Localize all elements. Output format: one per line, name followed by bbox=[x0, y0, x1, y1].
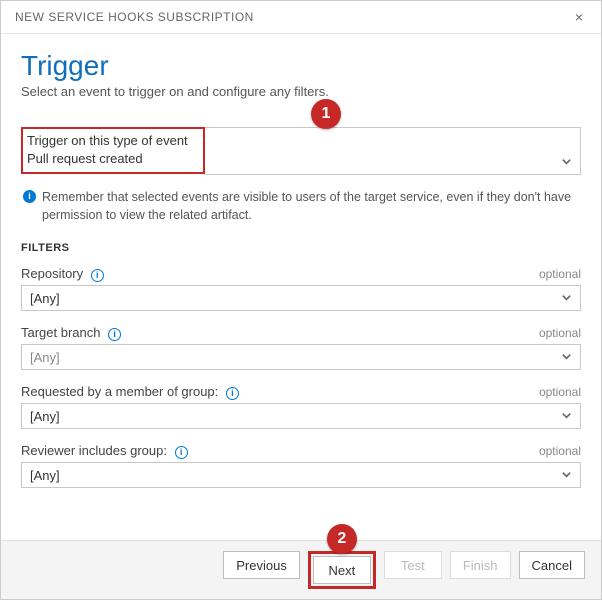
event-type-field: 1 Trigger on this type of event Pull req… bbox=[21, 127, 581, 175]
event-type-value: Pull request created bbox=[27, 151, 143, 166]
repository-label: Repository bbox=[21, 266, 83, 281]
filters-heading: FILTERS bbox=[21, 242, 581, 254]
optional-tag: optional bbox=[539, 326, 581, 340]
callout-badge-2: 2 bbox=[327, 524, 357, 554]
optional-tag: optional bbox=[539, 385, 581, 399]
repository-select[interactable]: [Any] bbox=[21, 285, 581, 311]
target-branch-label: Target branch bbox=[21, 325, 101, 340]
close-icon[interactable]: × bbox=[569, 7, 589, 27]
next-button[interactable]: Next bbox=[313, 556, 371, 584]
dialog-title: NEW SERVICE HOOKS SUBSCRIPTION bbox=[15, 10, 254, 24]
cancel-button[interactable]: Cancel bbox=[519, 551, 585, 579]
reviewer-select[interactable]: [Any] bbox=[21, 462, 581, 488]
info-icon[interactable]: i bbox=[108, 328, 121, 341]
reviewer-field: Reviewer includes group: i optional [Any… bbox=[21, 443, 581, 488]
target-branch-select[interactable]: [Any] bbox=[21, 344, 581, 370]
reviewer-label: Reviewer includes group: bbox=[21, 443, 167, 458]
finish-button: Finish bbox=[450, 551, 511, 579]
target-branch-field: Target branch i optional [Any] bbox=[21, 325, 581, 370]
info-icon[interactable]: i bbox=[91, 269, 104, 282]
info-icon[interactable]: i bbox=[175, 446, 188, 459]
dialog-content: Trigger Select an event to trigger on an… bbox=[1, 34, 601, 522]
requested-by-value: [Any] bbox=[30, 409, 60, 424]
info-note: i Remember that selected events are visi… bbox=[23, 189, 581, 224]
event-type-select[interactable] bbox=[205, 127, 581, 175]
optional-tag: optional bbox=[539, 267, 581, 281]
chevron-down-icon bbox=[561, 155, 572, 170]
page-subtitle: Select an event to trigger on and config… bbox=[21, 84, 581, 99]
chevron-down-icon bbox=[561, 468, 572, 483]
chevron-down-icon bbox=[561, 409, 572, 424]
reviewer-value: [Any] bbox=[30, 468, 60, 483]
dialog-header: NEW SERVICE HOOKS SUBSCRIPTION × bbox=[1, 1, 601, 34]
requested-by-select[interactable]: [Any] bbox=[21, 403, 581, 429]
page-title: Trigger bbox=[21, 50, 581, 82]
info-note-text: Remember that selected events are visibl… bbox=[42, 189, 581, 224]
previous-button[interactable]: Previous bbox=[223, 551, 300, 579]
chevron-down-icon bbox=[561, 350, 572, 365]
requested-by-label: Requested by a member of group: bbox=[21, 384, 218, 399]
callout-highlight-2: 2 Next bbox=[308, 551, 376, 589]
test-button: Test bbox=[384, 551, 442, 579]
callout-badge-1: 1 bbox=[311, 99, 341, 129]
requested-by-field: Requested by a member of group: i option… bbox=[21, 384, 581, 429]
callout-highlight-1: Trigger on this type of event Pull reque… bbox=[21, 127, 205, 174]
target-branch-value: [Any] bbox=[30, 350, 60, 365]
info-icon[interactable]: i bbox=[226, 387, 239, 400]
repository-field: Repository i optional [Any] bbox=[21, 266, 581, 311]
info-icon: i bbox=[23, 190, 36, 203]
optional-tag: optional bbox=[539, 444, 581, 458]
chevron-down-icon bbox=[561, 291, 572, 306]
dialog-footer: Previous 2 Next Test Finish Cancel bbox=[1, 540, 601, 599]
event-type-label: Trigger on this type of event bbox=[27, 133, 199, 148]
repository-value: [Any] bbox=[30, 291, 60, 306]
